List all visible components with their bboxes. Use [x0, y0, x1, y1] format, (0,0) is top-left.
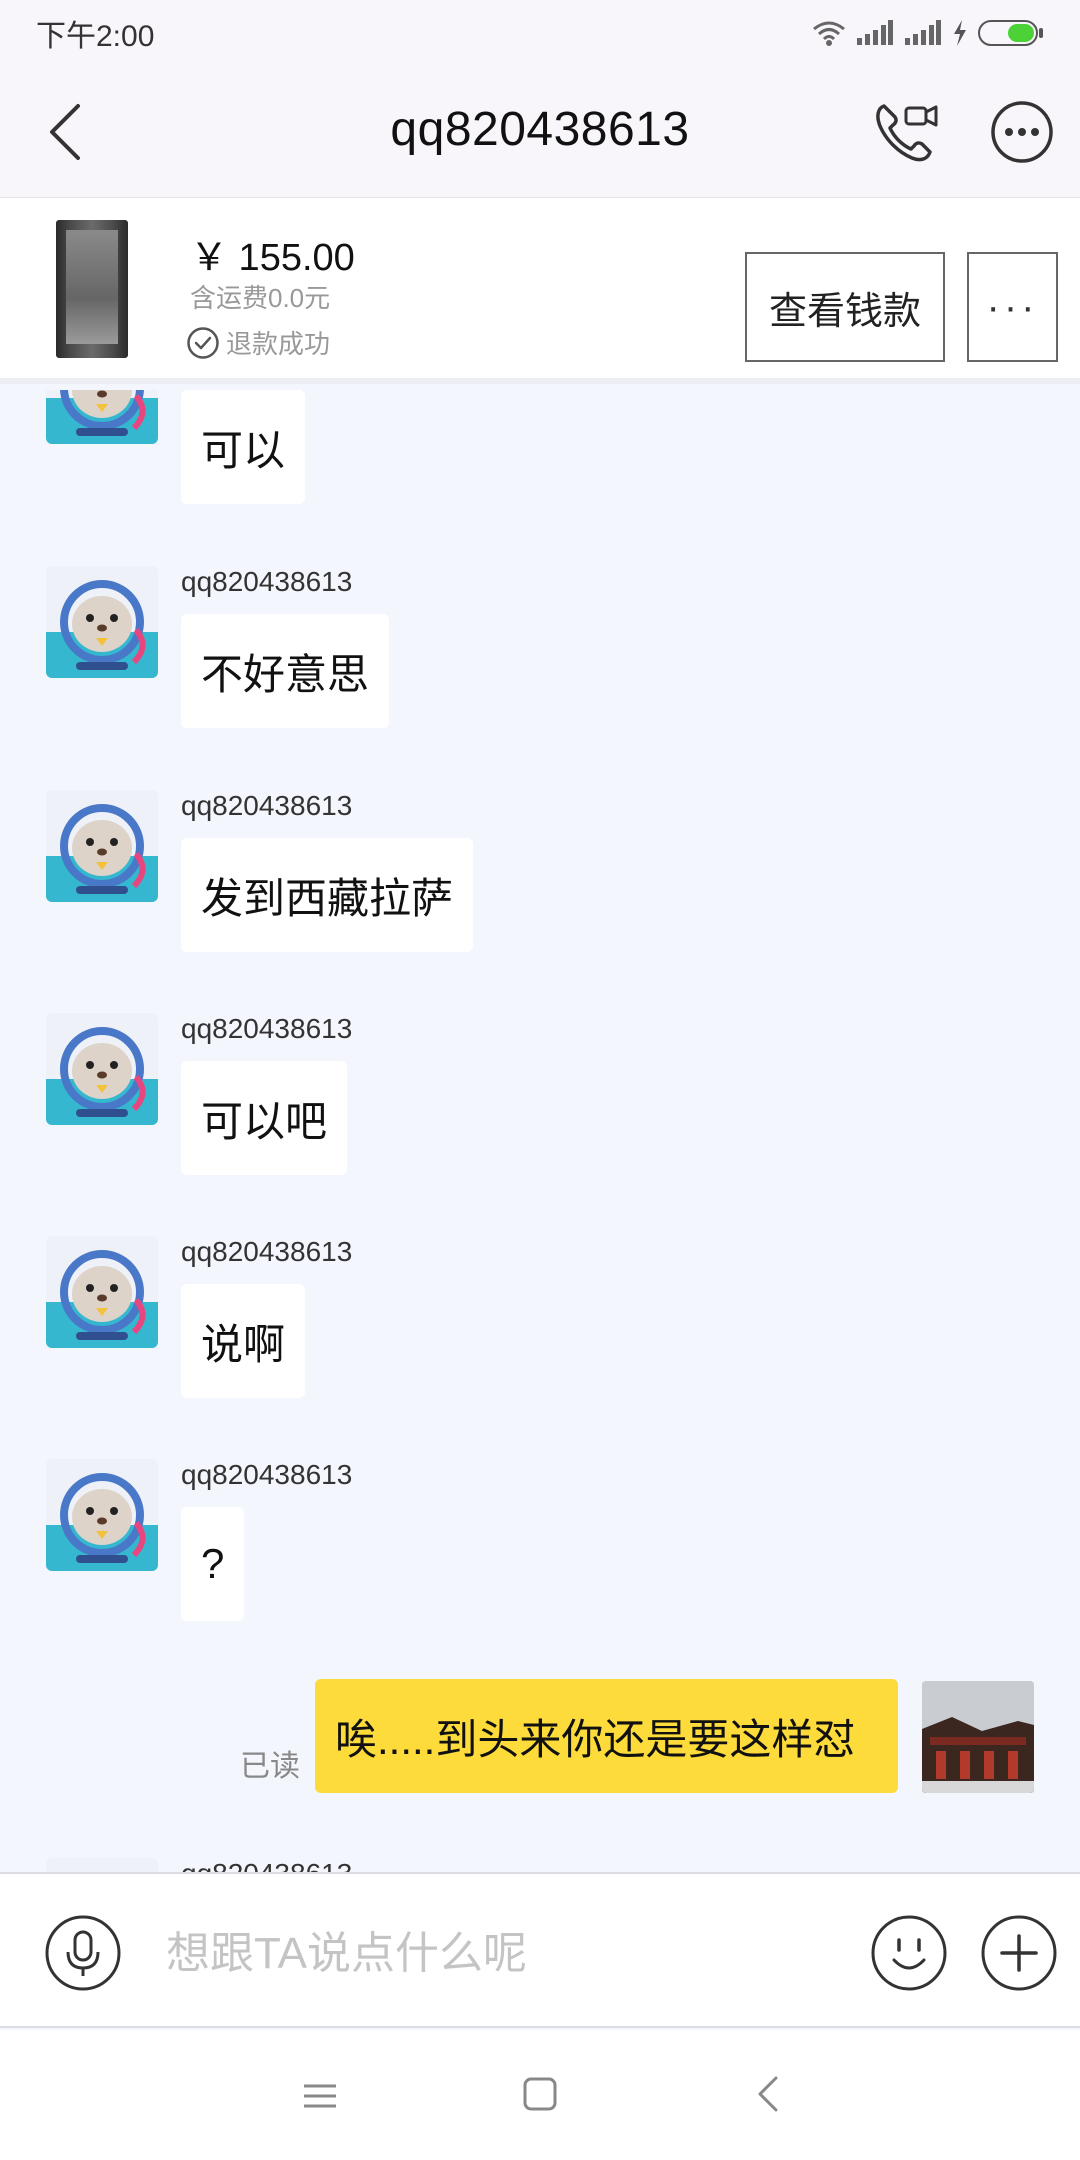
view-payment-button[interactable]: 查看钱款	[745, 252, 945, 362]
charging-icon	[954, 20, 966, 46]
add-icon[interactable]	[980, 1914, 1058, 1992]
sender-name: qq820438613	[181, 1858, 352, 1872]
avatar[interactable]	[46, 1236, 158, 1348]
sender-name: qq820438613	[181, 1236, 353, 1267]
microphone-icon[interactable]	[44, 1914, 122, 1992]
check-circle-icon	[187, 326, 219, 359]
my-message-bubble[interactable]: 唉.....到头来你还是要这样怼	[315, 1679, 898, 1793]
message-bubble[interactable]: 说啊	[181, 1284, 306, 1398]
more-options-icon[interactable]	[990, 100, 1054, 164]
wifi-icon	[813, 21, 845, 46]
otter-avatar-icon	[46, 390, 158, 444]
order-status: 退款成功	[186, 324, 330, 361]
sender-name: qq820438613	[181, 1013, 353, 1044]
menu-icon[interactable]	[300, 2078, 340, 2114]
otter-avatar-icon	[46, 1250, 158, 1348]
otter-avatar-icon	[46, 580, 158, 678]
order-status-label: 退款成功	[226, 329, 331, 359]
otter-avatar-icon	[46, 1473, 158, 1571]
signal-icon-2	[905, 20, 941, 45]
avatar[interactable]	[46, 1013, 158, 1125]
video-call-icon[interactable]	[872, 100, 940, 164]
system-nav-bar	[0, 2030, 1080, 2160]
message-bubble[interactable]: 发到西藏拉萨	[181, 838, 474, 952]
message-input[interactable]	[166, 1924, 846, 1984]
sender-name: qq820438613	[181, 1459, 353, 1490]
order-more-button[interactable]: ···	[967, 252, 1058, 362]
otter-avatar-icon	[46, 1858, 158, 1872]
order-price: ￥ 155.00	[190, 237, 355, 279]
message-bubble[interactable]: 可以吧	[181, 1061, 348, 1175]
avatar[interactable]	[46, 390, 158, 444]
sender-name: qq820438613	[181, 790, 353, 821]
status-bar: 下午2:00	[0, 0, 1080, 66]
order-shipping: 含运费0.0元	[190, 283, 331, 313]
product-thumbnail[interactable]	[56, 220, 128, 358]
avatar[interactable]	[46, 1459, 158, 1571]
home-icon[interactable]	[522, 2076, 558, 2112]
avatar[interactable]	[46, 790, 158, 902]
chat-header: qq820438613	[0, 66, 1080, 198]
chat-messages[interactable]: 可以 qq820438613 不好意思 qq820438613 发到西藏拉萨 q…	[0, 390, 1080, 1872]
sender-name: qq820438613	[181, 566, 353, 597]
otter-avatar-icon	[46, 804, 158, 902]
read-status: 已读	[240, 1750, 300, 1783]
emoji-icon[interactable]	[870, 1914, 948, 1992]
input-bar	[0, 1872, 1080, 2028]
otter-avatar-icon	[46, 1027, 158, 1125]
message-bubble[interactable]: 不好意思	[181, 614, 390, 728]
order-info-bar: ￥ 155.00 含运费0.0元 退款成功 查看钱款 ···	[0, 198, 1080, 384]
my-avatar[interactable]	[922, 1681, 1034, 1793]
status-icons	[812, 19, 1044, 47]
avatar[interactable]	[46, 1858, 158, 1872]
message-bubble[interactable]: 可以	[181, 390, 306, 504]
message-bubble[interactable]: ?	[181, 1507, 245, 1621]
nav-back-icon[interactable]	[756, 2074, 780, 2114]
status-time: 下午2:00	[36, 20, 155, 53]
avatar[interactable]	[46, 566, 158, 678]
battery-icon	[978, 20, 1043, 46]
signal-icon	[857, 20, 893, 45]
building-avatar-icon	[922, 1681, 1034, 1793]
